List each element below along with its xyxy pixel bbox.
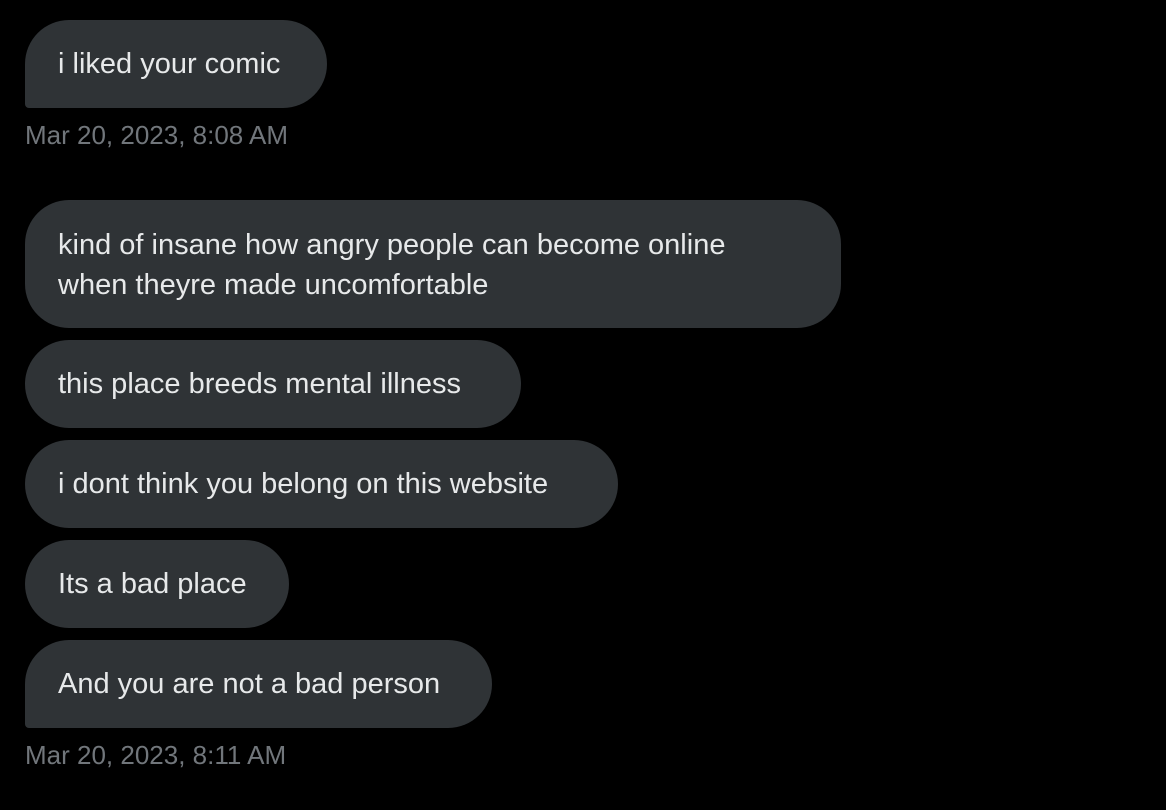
message-text: this place breeds mental illness [58,368,461,400]
message-bubble[interactable]: i dont think you belong on this website [25,440,618,528]
message-timestamp: Mar 20, 2023, 8:08 AM [25,120,289,150]
message-bubble[interactable]: And you are not a bad person [25,640,492,728]
message-timestamp: Mar 20, 2023, 8:11 AM [25,740,287,770]
message-text: Its a bad place [58,568,247,600]
message-bubble[interactable]: this place breeds mental illness [25,340,521,428]
message-text: And you are not a bad person [58,668,441,700]
message-text-line: when theyre made uncomfortable [58,269,489,301]
message-bubble[interactable]: i liked your comic [25,20,327,108]
message-bubble[interactable]: kind of insane how angry people can beco… [25,200,841,328]
message-bubble[interactable]: Its a bad place [25,540,289,628]
message-text-line: kind of insane how angry people can beco… [58,229,726,261]
message-text: i liked your comic [58,48,281,80]
message-text: i dont think you belong on this website [58,468,549,500]
